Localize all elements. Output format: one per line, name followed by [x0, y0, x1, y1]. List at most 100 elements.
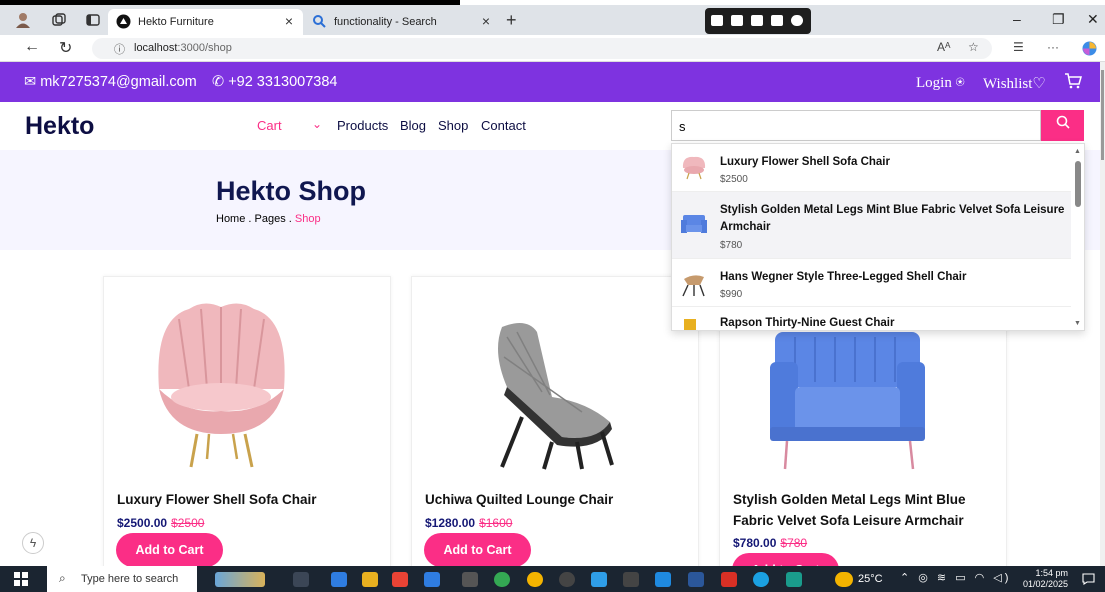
nav-contact[interactable]: Contact — [481, 118, 526, 133]
more-menu-icon[interactable]: ··· — [1047, 40, 1059, 54]
tab-actions-icon[interactable] — [84, 11, 102, 29]
close-icon[interactable]: × — [482, 13, 490, 29]
page-scroll-thumb[interactable] — [1101, 70, 1104, 160]
result-thumbnail — [682, 156, 706, 180]
copilot-icon[interactable] — [1082, 41, 1097, 56]
close-icon[interactable]: × — [285, 13, 293, 29]
snip-icon[interactable] — [711, 15, 723, 26]
nav-blog[interactable]: Blog — [400, 118, 426, 133]
scroll-thumb[interactable] — [1075, 161, 1081, 207]
pink-shell-chair-image — [158, 303, 285, 468]
tab-hekto-furniture[interactable]: Hekto Furniture × — [108, 9, 303, 35]
taskbar-search-input[interactable]: ⌕ Type here to search — [47, 566, 197, 592]
result-name: Rapson Thirty-Nine Guest Chair — [720, 317, 895, 329]
email-contact[interactable]: ✉ mk7275374@gmail.com — [24, 74, 197, 90]
search-result-item[interactable]: Stylish Golden Metal Legs Mint Blue Fabr… — [672, 192, 1072, 259]
search-icon: ⌕ — [59, 571, 66, 585]
task-view-icon[interactable] — [293, 572, 309, 587]
product-title[interactable]: Uchiwa Quilted Lounge Chair — [425, 489, 695, 510]
workspaces-icon[interactable] — [50, 11, 68, 29]
page-scrollbar[interactable] — [1100, 62, 1105, 566]
blue-armchair-image — [770, 332, 925, 470]
chatgpt-icon[interactable] — [462, 572, 478, 587]
cart-icon[interactable] — [1064, 72, 1082, 90]
taskbar-search-placeholder: Type here to search — [81, 573, 179, 585]
word-icon[interactable] — [688, 572, 704, 587]
gmail-icon[interactable] — [392, 572, 408, 587]
nav-products[interactable]: Products — [337, 118, 388, 133]
result-price: $990 — [720, 289, 743, 300]
restore-icon[interactable]: ❐ — [1052, 11, 1065, 28]
system-tray-icons[interactable]: ⌃ ◎ ≋ ▭ ◠ ◁) — [900, 571, 1011, 584]
add-to-cart-button[interactable]: Add to Cart — [116, 533, 223, 567]
scroll-down-icon[interactable]: ▼ — [1074, 320, 1081, 327]
chrome-alt-icon[interactable] — [527, 572, 543, 587]
edge-icon[interactable] — [753, 572, 769, 587]
profile-avatar-icon[interactable] — [14, 11, 32, 29]
camera-icon[interactable] — [731, 15, 743, 26]
product-card[interactable]: Uchiwa Quilted Lounge Chair $1280.00 $160… — [411, 276, 699, 576]
read-aloud-icon[interactable]: Aᴬ — [937, 40, 950, 54]
product-title[interactable]: Stylish Golden Metal Legs Mint Blue Fabr… — [733, 489, 1003, 531]
logo[interactable]: Hekto — [25, 112, 94, 141]
breadcrumb: Home . Pages . Shop — [216, 213, 321, 225]
url-field[interactable]: ⓘ localhost:3000/shop — [92, 38, 992, 59]
acrobat-icon[interactable] — [721, 572, 737, 587]
pycharm-icon[interactable] — [786, 572, 802, 587]
scroll-up-icon[interactable]: ▲ — [1074, 148, 1081, 155]
product-price: $780.00 $780 — [733, 536, 808, 550]
result-name: Hans Wegner Style Three-Legged Shell Cha… — [720, 271, 967, 283]
dev-tools-bolt-icon[interactable]: ϟ — [22, 532, 44, 554]
dropdown-scrollbar[interactable]: ▲ ▼ — [1071, 144, 1084, 330]
notification-icon[interactable] — [1082, 573, 1095, 585]
result-price: $2500 — [720, 174, 748, 185]
terminal-icon[interactable] — [623, 572, 639, 587]
result-name: Luxury Flower Shell Sofa Chair — [720, 156, 890, 168]
vscode-icon[interactable] — [655, 572, 671, 587]
search-button[interactable] — [1041, 110, 1084, 141]
favorites-list-icon[interactable]: ☰ — [1013, 40, 1024, 54]
address-bar-row: ← ↻ ⓘ localhost:3000/shop Aᴬ ☆ ☰ ··· — [0, 35, 1105, 62]
product-card[interactable]: Luxury Flower Shell Sofa Chair $2500.00 $… — [103, 276, 391, 576]
file-explorer-icon[interactable] — [362, 572, 378, 587]
info-icon[interactable]: ⓘ — [114, 41, 125, 57]
photos-icon[interactable] — [591, 572, 607, 587]
result-thumbnail — [682, 275, 705, 297]
window-icon[interactable] — [771, 15, 783, 26]
result-price: $780 — [720, 240, 743, 251]
tab-functionality-search[interactable]: functionality - Search × — [304, 9, 500, 35]
chevron-down-icon[interactable]: ⌄ — [312, 117, 322, 131]
result-thumbnail — [681, 215, 707, 233]
search-result-item[interactable]: Hans Wegner Style Three-Legged Shell Cha… — [672, 259, 1072, 307]
nav-cart[interactable]: Cart — [257, 118, 282, 133]
contact-bar: ✉ mk7275374@gmail.com ✆ +92 3313007384 L… — [0, 62, 1100, 102]
refresh-icon[interactable]: ↻ — [59, 38, 72, 58]
video-icon[interactable] — [751, 15, 763, 26]
windows-start-icon[interactable] — [14, 572, 28, 586]
minimize-icon[interactable]: – — [1013, 11, 1021, 27]
chrome-icon[interactable] — [494, 572, 510, 587]
nav-shop[interactable]: Shop — [438, 118, 468, 133]
favorite-star-icon[interactable]: ☆ — [968, 40, 979, 54]
settings-icon[interactable] — [791, 15, 803, 26]
search-icon — [1056, 115, 1070, 129]
search-result-item[interactable]: Luxury Flower Shell Sofa Chair $2500 — [672, 144, 1072, 192]
product-title[interactable]: Luxury Flower Shell Sofa Chair — [117, 489, 387, 510]
login-link[interactable]: Login ⍟ — [916, 74, 965, 92]
phone-contact[interactable]: ✆ +92 3313007384 — [212, 74, 337, 90]
edge-app-icon[interactable] — [331, 572, 347, 587]
search-input[interactable]: s — [671, 110, 1041, 141]
add-to-cart-button[interactable]: Add to Cart — [424, 533, 531, 567]
url-text: localhost:3000/shop — [134, 42, 232, 54]
openai-icon[interactable] — [559, 572, 575, 587]
search-result-item[interactable]: Rapson Thirty-Nine Guest Chair — [672, 307, 1072, 330]
close-window-icon[interactable]: ✕ — [1087, 11, 1099, 28]
tab-label: Hekto Furniture — [138, 16, 214, 28]
new-tab-button[interactable]: + — [506, 10, 517, 31]
store-icon[interactable] — [424, 572, 440, 587]
clock[interactable]: 1:54 pm 01/02/2025 — [1023, 568, 1068, 590]
weather-widget-icon[interactable] — [215, 572, 265, 587]
temperature[interactable]: 25°C — [858, 573, 883, 585]
back-icon[interactable]: ← — [24, 38, 40, 56]
wishlist-link[interactable]: Wishlist♡ — [983, 74, 1046, 93]
